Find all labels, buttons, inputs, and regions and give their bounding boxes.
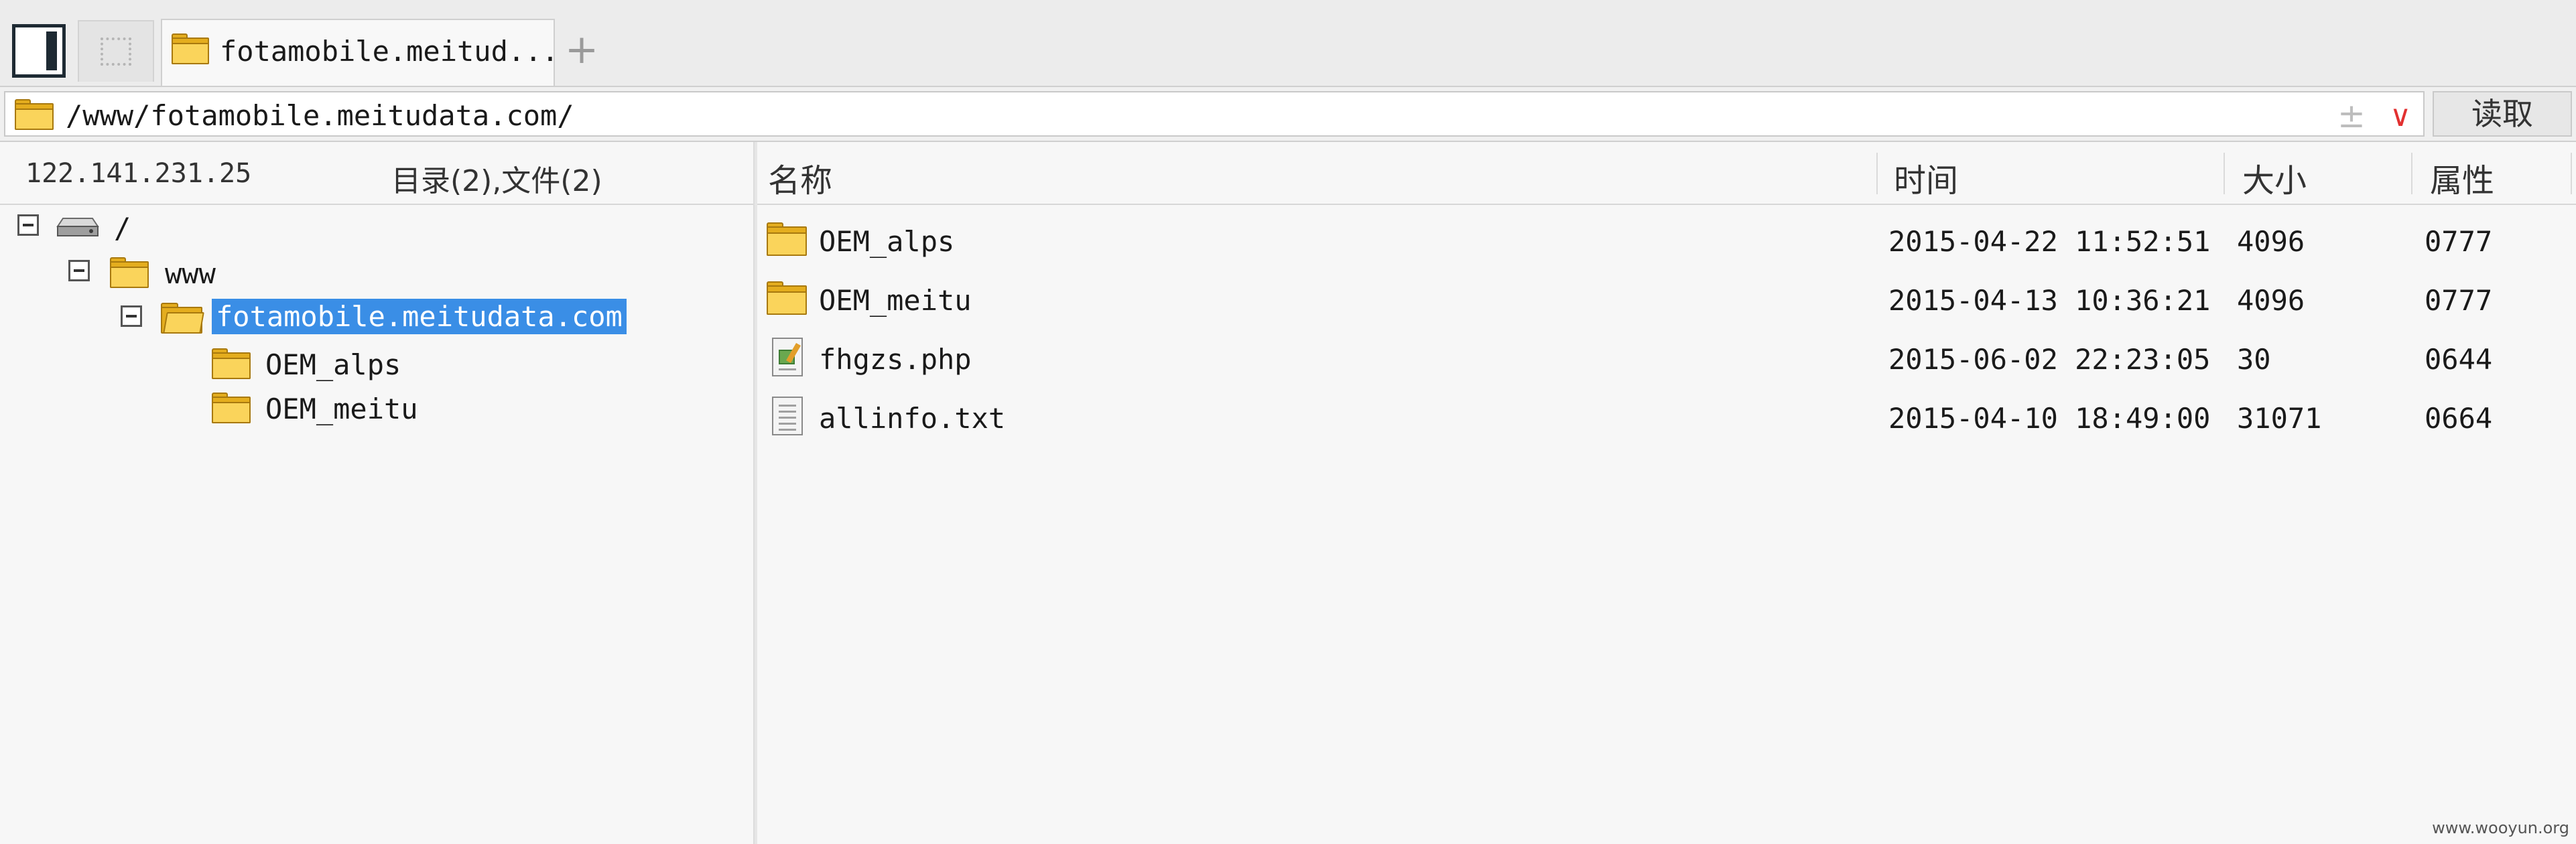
drive-icon bbox=[56, 216, 99, 238]
column-header-attr[interactable]: 属性 bbox=[2430, 154, 2494, 201]
php-file-icon bbox=[772, 338, 803, 376]
tree-label: OEM_alps bbox=[265, 348, 401, 381]
file-size: 4096 bbox=[2237, 284, 2305, 317]
table-row[interactable]: OEM_meitu 2015-04-13 10:36:21 4096 0777 bbox=[756, 269, 2576, 328]
tab-bar: fotamobile.meitud... + bbox=[0, 0, 2576, 87]
column-header-name[interactable]: 名称 bbox=[768, 154, 832, 201]
collapse-icon[interactable] bbox=[121, 305, 142, 327]
read-button[interactable]: 读取 bbox=[2433, 91, 2572, 137]
bookmark-icon[interactable]: ± bbox=[2337, 96, 2366, 135]
file-name: fhgzs.php bbox=[819, 343, 972, 376]
tree-node-root[interactable]: / bbox=[0, 206, 751, 247]
text-file-icon bbox=[772, 397, 803, 435]
tree-label-selected: fotamobile.meitudata.com bbox=[212, 299, 627, 334]
file-name: OEM_alps bbox=[819, 225, 955, 258]
tree-label: www bbox=[165, 257, 216, 290]
tab-active[interactable]: fotamobile.meitud... bbox=[161, 19, 559, 86]
tree-label: OEM_meitu bbox=[265, 393, 418, 425]
column-divider[interactable] bbox=[2571, 153, 2572, 194]
folder-open-icon bbox=[161, 303, 204, 334]
column-header-size[interactable]: 大小 bbox=[2242, 154, 2307, 201]
file-attr: 0777 bbox=[2425, 225, 2493, 258]
sidebar-panel-icon bbox=[46, 31, 57, 70]
file-size: 4096 bbox=[2237, 225, 2305, 258]
file-name: allinfo.txt bbox=[819, 402, 1006, 435]
file-time: 2015-06-02 22:23:05 bbox=[1888, 343, 2211, 376]
path-text: /www/fotamobile.meitudata.com/ bbox=[66, 99, 574, 132]
table-row[interactable]: fhgzs.php 2015-06-02 22:23:05 30 0644 bbox=[756, 328, 2576, 387]
tree-node-fotamobile[interactable]: fotamobile.meitudata.com bbox=[0, 297, 751, 338]
table-row[interactable]: allinfo.txt 2015-04-10 18:49:00 31071 06… bbox=[756, 387, 2576, 446]
tab-blank[interactable] bbox=[78, 20, 154, 82]
file-list-header: 名称 时间 大小 属性 bbox=[756, 142, 2576, 205]
file-size: 31071 bbox=[2237, 402, 2322, 435]
collapse-icon[interactable] bbox=[17, 214, 39, 236]
table-row[interactable]: OEM_alps 2015-04-22 11:52:51 4096 0777 bbox=[756, 210, 2576, 269]
watermark: www.wooyun.org bbox=[2432, 819, 2569, 837]
file-time: 2015-04-22 11:52:51 bbox=[1888, 225, 2211, 258]
file-time: 2015-04-10 18:49:00 bbox=[1888, 402, 2211, 435]
chevron-down-icon[interactable]: ∨ bbox=[2390, 99, 2411, 133]
file-attr: 0777 bbox=[2425, 284, 2493, 317]
file-size: 30 bbox=[2237, 343, 2271, 376]
folder-icon bbox=[212, 348, 251, 379]
tab-title: fotamobile.meitud... bbox=[220, 35, 559, 68]
file-name: OEM_meitu bbox=[819, 284, 972, 317]
directory-summary: 目录(2),文件(2) bbox=[391, 164, 602, 198]
column-divider[interactable] bbox=[2411, 153, 2412, 194]
column-header-time[interactable]: 时间 bbox=[1894, 154, 1958, 201]
file-attr: 0644 bbox=[2425, 343, 2493, 376]
tree-header: 122.141.231.25 目录(2),文件(2) bbox=[0, 142, 753, 205]
folder-icon bbox=[212, 393, 251, 423]
folder-icon bbox=[767, 222, 807, 256]
add-tab-button[interactable]: + bbox=[563, 29, 600, 70]
tree-label: / bbox=[114, 212, 131, 244]
column-divider[interactable] bbox=[1876, 153, 1878, 194]
collapse-icon[interactable] bbox=[68, 260, 90, 281]
folder-icon bbox=[172, 33, 209, 64]
address-bar: /www/fotamobile.meitudata.com/ ± ∨ 读取 bbox=[0, 87, 2576, 142]
folder-icon bbox=[15, 99, 54, 130]
dotted-square-icon bbox=[101, 38, 131, 66]
path-input[interactable]: /www/fotamobile.meitudata.com/ ± ∨ bbox=[4, 91, 2425, 137]
file-time: 2015-04-13 10:36:21 bbox=[1888, 284, 2211, 317]
sidebar-toggle-button[interactable] bbox=[12, 24, 66, 78]
file-attr: 0664 bbox=[2425, 402, 2493, 435]
column-divider[interactable] bbox=[2224, 153, 2225, 194]
folder-icon bbox=[110, 257, 149, 288]
tree-node-www[interactable]: www bbox=[0, 252, 751, 292]
tree-node-oem-alps[interactable]: OEM_alps bbox=[0, 343, 751, 383]
host-address: 122.141.231.25 bbox=[25, 158, 252, 189]
tree-node-oem-meitu[interactable]: OEM_meitu bbox=[0, 387, 751, 427]
folder-icon bbox=[767, 281, 807, 315]
